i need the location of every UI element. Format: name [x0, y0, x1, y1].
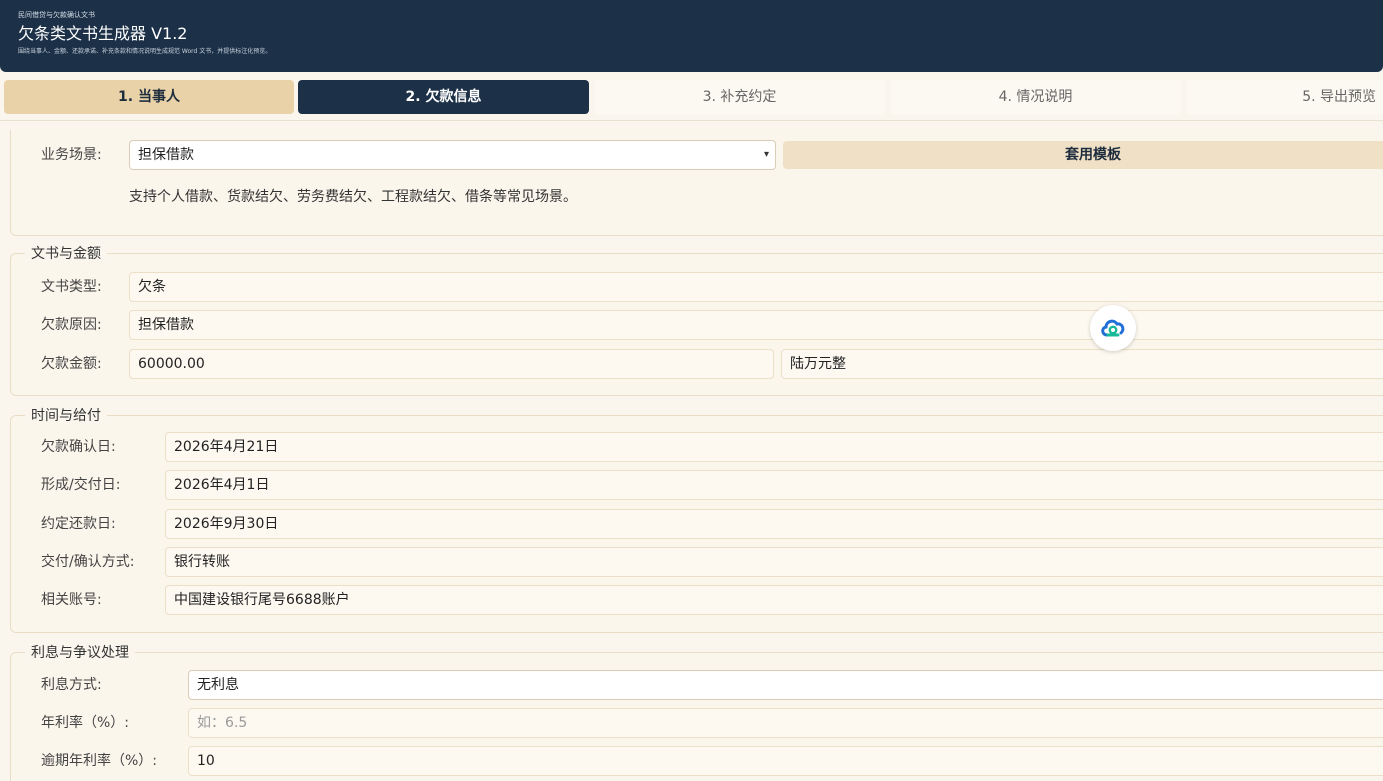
rate-input[interactable]: 如：6.5: [188, 708, 1383, 738]
due-date-input[interactable]: 2026年9月30日: [165, 509, 1383, 539]
tab-parties[interactable]: 1. 当事人: [4, 80, 294, 114]
overdue-rate-input[interactable]: 10: [188, 746, 1383, 776]
scene-label: 业务场景:: [41, 147, 102, 163]
doc-type-input[interactable]: 欠条: [129, 272, 1383, 302]
interest-mode-select[interactable]: 无利息: [188, 670, 1383, 700]
app-description: 围绕当事人、金额、还款承诺、补充条款和情况说明生成规范 Word 文书，并提供标…: [18, 48, 272, 55]
tab-debt-info[interactable]: 2. 欠款信息: [298, 80, 589, 114]
apply-template-button[interactable]: 套用模板: [783, 141, 1383, 169]
amount-input[interactable]: 60000.00: [129, 349, 774, 379]
app-header: 民间借贷与欠款确认文书 欠条类文书生成器 V1.2 围绕当事人、金额、还款承诺、…: [0, 0, 1383, 72]
app-title: 欠条类文书生成器 V1.2: [18, 24, 188, 43]
scene-hint: 支持个人借款、货款结欠、劳务费结欠、工程款结欠、借条等常见场景。: [129, 189, 577, 205]
scene-select-value: 担保借款: [138, 147, 194, 163]
account-input[interactable]: 中国建设银行尾号6688账户: [165, 585, 1383, 615]
cloud-icon-glyph: [1101, 319, 1125, 337]
rate-label: 年利率（%）:: [41, 715, 130, 731]
time-payment-title: 时间与给付: [25, 407, 107, 425]
interest-title: 利息与争议处理: [25, 644, 135, 662]
account-label: 相关账号:: [41, 592, 102, 608]
form-date-input[interactable]: 2026年4月1日: [165, 470, 1383, 500]
tab-export[interactable]: 5. 导出预览: [1186, 80, 1383, 114]
scene-select[interactable]: 担保借款 ▾: [129, 140, 776, 170]
confirm-date-label: 欠款确认日:: [41, 439, 116, 455]
dropdown-arrow-icon: ▾: [763, 149, 769, 160]
tab-supplement[interactable]: 3. 补充约定: [594, 80, 885, 114]
doc-amount-title: 文书与金额: [25, 245, 107, 263]
interest-mode-label: 利息方式:: [41, 677, 102, 693]
reason-label: 欠款原因:: [41, 317, 102, 333]
due-date-label: 约定还款日:: [41, 516, 116, 532]
amount-uppercase-field: 陆万元整: [781, 349, 1383, 379]
interest-group: 利息与争议处理 利息方式: 无利息 年利率（%）: 如：6.5 逾期年利率（%）…: [10, 644, 1383, 781]
method-label: 交付/确认方式:: [41, 554, 135, 570]
cloud-icon[interactable]: [1090, 305, 1136, 351]
doc-type-label: 文书类型:: [41, 279, 102, 295]
confirm-date-input[interactable]: 2026年4月21日: [165, 432, 1383, 462]
scene-group: 业务场景: 担保借款 ▾ 套用模板 支持个人借款、货款结欠、劳务费结欠、工程款结…: [10, 130, 1383, 236]
reason-input[interactable]: 担保借款: [129, 310, 1383, 340]
overdue-rate-label: 逾期年利率（%）:: [41, 753, 158, 769]
tab-divider: [0, 120, 1383, 121]
step-tabs: 1. 当事人 2. 欠款信息 3. 补充约定 4. 情况说明 5. 导出预览: [0, 80, 1383, 114]
method-input[interactable]: 银行转账: [165, 547, 1383, 577]
app-subtitle: 民间借贷与欠款确认文书: [18, 11, 95, 19]
form-date-label: 形成/交付日:: [41, 477, 121, 493]
doc-amount-group: 文书与金额 文书类型: 欠条 欠款原因: 担保借款 欠款金额: 60000.00…: [10, 245, 1383, 396]
amount-label: 欠款金额:: [41, 356, 102, 372]
tab-explanation[interactable]: 4. 情况说明: [890, 80, 1181, 114]
time-payment-group: 时间与给付 欠款确认日: 2026年4月21日 形成/交付日: 2026年4月1…: [10, 407, 1383, 633]
